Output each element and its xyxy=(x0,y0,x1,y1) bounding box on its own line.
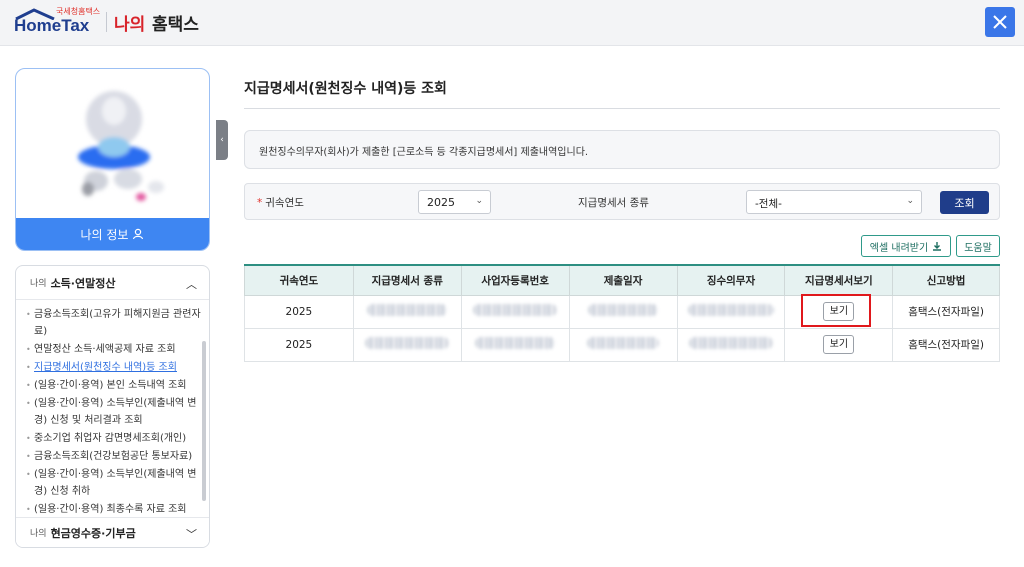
cell-year: 2025 xyxy=(244,327,354,362)
sidebar-menu: 나의 소득·연말정산 ︿ 금융소득조회(고유가 피해지원금 관련자료) 연말정산… xyxy=(15,265,210,548)
close-icon xyxy=(993,15,1007,29)
sidebar-item-yearend-data[interactable]: 연말정산 소득·세액공제 자료 조회 xyxy=(26,341,202,358)
cell-redacted xyxy=(460,327,570,362)
cell-redacted xyxy=(352,327,462,362)
header-hometax-label: 홈택스 xyxy=(152,15,199,35)
chevron-left-icon: ‹ xyxy=(220,135,224,145)
statement-type-label: 지급명세서 종류 xyxy=(578,197,649,209)
close-button[interactable] xyxy=(985,7,1015,37)
statement-type-select[interactable]: -전체- ⌄ xyxy=(746,190,922,214)
sidebar-item-financial-health[interactable]: 금융소득조회(건강보험공단 통보자료) xyxy=(26,448,202,465)
redacted-text xyxy=(365,337,450,349)
chevron-down-icon: ⌄ xyxy=(475,196,483,206)
sidebar-item-financial-income[interactable]: 금융소득조회(고유가 피해지원금 관련자료) xyxy=(26,306,202,340)
cell-method: 홈택스(전자파일) xyxy=(892,294,1000,329)
notice-box: 원천징수의무자(회사)가 제출한 [근로소득 등 각종지급명세서] 제출내역입니… xyxy=(244,130,1000,169)
sidebar-item-sme-reduction[interactable]: 중소기업 취업자 감면명세조회(개인) xyxy=(26,430,202,447)
help-button[interactable]: 도움말 xyxy=(956,235,1000,257)
redacted-text xyxy=(688,337,773,349)
sidebar-list: 금융소득조회(고유가 피해지원금 관련자료) 연말정산 소득·세액공제 자료 조… xyxy=(16,300,202,520)
top-header: 국세청홈택스 HomeTax 나의 홈택스 xyxy=(0,0,1024,46)
profile-avatar xyxy=(78,91,164,201)
sidebar-item-income-denial[interactable]: (일용·간이·용역) 소득부인(제출내역 변경) 신청 및 처리결과 조회 xyxy=(26,395,202,429)
sidebar-item-denial-withdraw[interactable]: (일용·간이·용역) 소득부인(제출내역 변경) 신청 취하 xyxy=(26,466,202,500)
profile-card: 나의 정보 xyxy=(15,68,210,251)
col-header-method: 신고방법 xyxy=(892,264,1000,296)
search-panel: * 귀속연도 2025 ⌄ 지급명세서 종류 -전체- ⌄ 조회 xyxy=(244,183,1000,220)
section-prefix: 나의 xyxy=(30,529,47,539)
sidebar-collapse-button[interactable]: ‹ xyxy=(216,120,228,160)
cell-redacted xyxy=(568,327,678,362)
hometax-logo[interactable]: 국세청홈택스 HomeTax xyxy=(12,6,102,38)
cell-redacted xyxy=(352,294,462,329)
required-marker: * xyxy=(257,197,263,209)
search-button[interactable]: 조회 xyxy=(940,191,989,214)
my-info-button[interactable]: 나의 정보 xyxy=(16,218,209,250)
sidebar-section-receipts[interactable]: 나의 현금영수증·기부금 ﹀ xyxy=(16,517,209,547)
sidebar-item-daily-income[interactable]: (일용·간이·용역) 본인 소득내역 조회 xyxy=(26,377,202,394)
statement-table: 귀속연도 지급명세서 종류 사업자등록번호 제출일자 징수의무자 지급명세서보기… xyxy=(244,264,1000,362)
cell-redacted xyxy=(568,294,678,329)
col-header-submit-date: 제출일자 xyxy=(568,264,678,296)
cell-view: 보기 xyxy=(784,327,894,362)
table-header-row: 귀속연도 지급명세서 종류 사업자등록번호 제출일자 징수의무자 지급명세서보기… xyxy=(244,264,1000,296)
chevron-up-icon: ︿ xyxy=(186,278,197,291)
redacted-text xyxy=(367,304,448,316)
col-header-type: 지급명세서 종류 xyxy=(352,264,462,296)
sidebar-section-income[interactable]: 나의 소득·연말정산 ︿ xyxy=(16,266,209,300)
redacted-text xyxy=(687,304,774,316)
person-icon xyxy=(133,228,144,240)
cell-redacted xyxy=(460,294,570,329)
col-header-view: 지급명세서보기 xyxy=(784,264,894,296)
logo-text: HomeTax xyxy=(14,16,90,35)
redacted-text xyxy=(473,304,558,316)
chevron-down-icon: ﹀ xyxy=(186,528,197,541)
redacted-text xyxy=(588,304,659,316)
cell-redacted xyxy=(676,294,786,329)
section-prefix: 나의 xyxy=(30,279,47,289)
download-icon xyxy=(933,242,942,251)
header-divider xyxy=(106,12,107,32)
sidebar-scrollbar[interactable] xyxy=(202,341,206,501)
page-title: 지급명세서(원천징수 내역)등 조회 xyxy=(244,81,447,97)
sidebar-item-withholding-statement[interactable]: 지급명세서(원천징수 내역)등 조회 xyxy=(26,359,202,376)
col-header-withholder: 징수의무자 xyxy=(676,264,786,296)
section-title: 현금영수증·기부금 xyxy=(50,526,136,540)
excel-download-button[interactable]: 엑셀 내려받기 xyxy=(861,235,951,257)
table-row: 2025 보기 홈택스(전자파일) xyxy=(244,294,1000,329)
my-info-label: 나의 정보 xyxy=(80,227,129,242)
cell-redacted xyxy=(676,327,786,362)
redacted-text xyxy=(475,337,556,349)
redacted-text xyxy=(587,337,660,349)
year-label: * 귀속연도 xyxy=(257,197,304,209)
sidebar-item-final-record[interactable]: (일용·간이·용역) 최종수록 자료 조회 xyxy=(26,501,202,518)
table-row: 2025 보기 홈택스(전자파일) xyxy=(244,327,1000,362)
header-my-label: 나의 xyxy=(114,15,146,35)
section-title: 소득·연말정산 xyxy=(50,276,116,290)
year-select[interactable]: 2025 ⌄ xyxy=(418,190,491,214)
highlight-box xyxy=(801,294,871,327)
cell-method: 홈택스(전자파일) xyxy=(892,327,1000,362)
col-header-business-no: 사업자등록번호 xyxy=(460,264,570,296)
view-button[interactable]: 보기 xyxy=(823,335,855,354)
cell-year: 2025 xyxy=(244,294,354,329)
col-header-year: 귀속연도 xyxy=(244,264,354,296)
title-divider xyxy=(244,108,1000,109)
chevron-down-icon: ⌄ xyxy=(906,196,914,206)
